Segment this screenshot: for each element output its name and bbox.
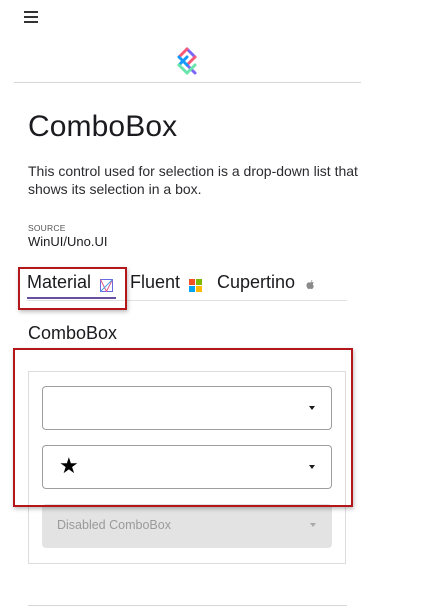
tab-cupertino-label: Cupertino xyxy=(217,272,296,292)
bottom-divider xyxy=(28,605,347,606)
combobox-highlight xyxy=(13,348,353,507)
source-label: SOURCE xyxy=(28,223,66,233)
page-title: ComboBox xyxy=(28,110,178,143)
tab-cupertino[interactable]: Cupertino xyxy=(217,272,317,293)
tab-fluent[interactable]: Fluent xyxy=(130,272,203,293)
uno-logo-icon xyxy=(172,46,202,76)
combobox-disabled: Disabled ComboBox xyxy=(42,504,332,548)
hamburger-icon-line xyxy=(24,21,38,23)
section-title: ComboBox xyxy=(28,323,118,343)
header-divider xyxy=(14,82,361,83)
combobox-disabled-placeholder: Disabled ComboBox xyxy=(57,518,171,532)
hamburger-icon xyxy=(24,11,38,13)
windows-logo-icon xyxy=(189,276,203,292)
page-description: This control used for selection is a dro… xyxy=(28,163,358,197)
hamburger-icon-line xyxy=(24,16,38,18)
material-tab-highlight xyxy=(18,267,127,310)
tab-fluent-label: Fluent xyxy=(130,272,181,292)
menu-button[interactable] xyxy=(24,11,38,23)
apple-logo-icon xyxy=(304,276,317,289)
chevron-down-icon xyxy=(310,523,316,527)
source-value: WinUI/Uno.UI xyxy=(28,234,108,249)
